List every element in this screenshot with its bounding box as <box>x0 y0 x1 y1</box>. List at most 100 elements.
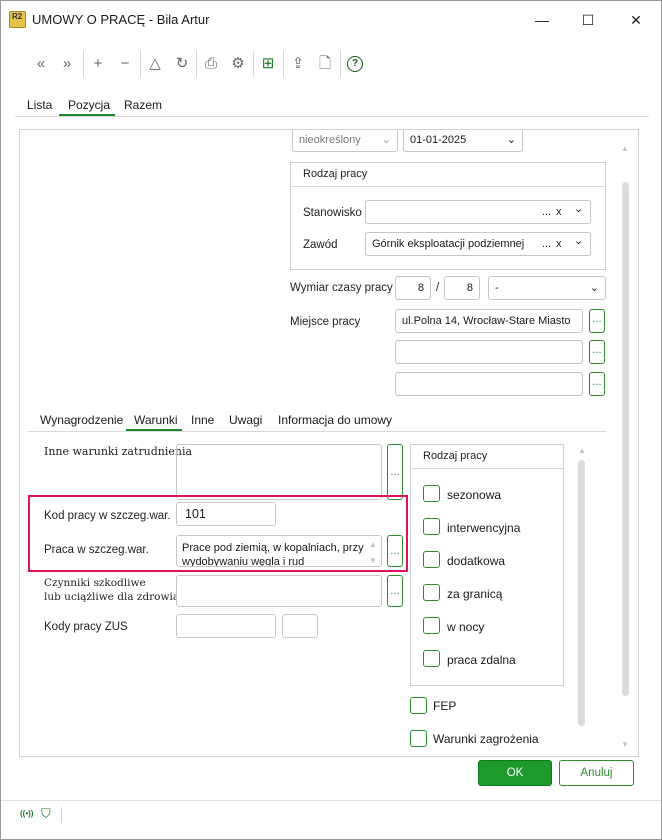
wymiar-select[interactable]: - ⌄ <box>488 276 606 300</box>
split-icon[interactable]: ⊞ <box>257 53 279 75</box>
group-title: Rodzaj pracy <box>303 168 368 180</box>
minimize-button[interactable]: — <box>527 9 557 31</box>
czynniki-input[interactable] <box>176 575 382 607</box>
zawod-label: Zawód <box>303 239 338 251</box>
work-kind-title: Rodzaj pracy <box>423 450 488 462</box>
inne-warunki-textarea[interactable] <box>176 444 382 500</box>
miejsce-line1-dots-button[interactable]: ... <box>589 309 605 333</box>
dodatkowa-checkbox[interactable] <box>423 551 440 568</box>
content-frame: nieokreślony ⌄ 01-01-2025 ⌄ Rodzaj pracy S… <box>19 129 639 757</box>
toolbar-separator <box>340 51 341 77</box>
wymiar-separator: / <box>436 282 440 294</box>
stanowisko-label: Stanowisko <box>303 207 362 219</box>
statusbar-divider <box>1 800 661 801</box>
wymiar-denominator-input[interactable]: 8 <box>444 276 480 300</box>
toolbar-separator <box>253 51 254 77</box>
date-select[interactable]: 01-01-2025 ⌄ <box>403 130 523 152</box>
outer-scroll-down-icon[interactable]: ▼ <box>620 740 630 749</box>
inne-warunki-dots-button[interactable]: ... <box>387 444 403 500</box>
subtabs-divider <box>28 431 606 432</box>
interwencyjna-label: interwencyjna <box>447 521 521 535</box>
refresh-icon[interactable]: ↻ <box>171 53 193 75</box>
work-kind-divider <box>411 468 563 469</box>
miejsce-line2-input[interactable] <box>395 340 583 364</box>
kody-zus-extra-input[interactable] <box>282 614 318 638</box>
toolbar-separator <box>283 51 284 77</box>
export-icon[interactable]: ⇪ <box>287 53 309 75</box>
add-icon[interactable]: + <box>87 53 109 75</box>
warning-icon[interactable]: △ <box>144 53 166 75</box>
tab-pozycja[interactable]: Pozycja <box>68 98 110 112</box>
czynniki-dots-button[interactable]: ... <box>387 575 403 607</box>
help-icon[interactable]: ? <box>347 56 363 72</box>
maximize-button[interactable]: ☐ <box>573 9 603 31</box>
warunki-zagrozenia-checkbox[interactable] <box>410 730 427 747</box>
toolbar-separator <box>196 51 197 77</box>
subtab-wynagrodzenie[interactable]: Wynagrodzenie <box>40 413 123 427</box>
document-icon[interactable]: 🗋 <box>314 53 336 75</box>
inner-scroll-up-icon[interactable]: ▲ <box>577 446 587 455</box>
outer-scrollbar[interactable] <box>622 182 629 696</box>
praca-szczeg-line2: wydobywaniu węgla i rud <box>182 556 305 567</box>
praca-zdalna-checkbox[interactable] <box>423 650 440 667</box>
print-icon[interactable]: ⎙ <box>200 53 222 75</box>
subtab-uwagi[interactable]: Uwagi <box>229 413 262 427</box>
inne-warunki-label: Inne warunki zatrudnienia <box>44 445 193 458</box>
praca-szczeg-label: Praca w szczeg.war. <box>44 544 149 556</box>
cancel-button[interactable]: Anuluj <box>559 760 634 786</box>
signal-icon[interactable]: ((•)) <box>20 809 33 818</box>
za-granica-checkbox[interactable] <box>423 584 440 601</box>
remove-icon[interactable]: − <box>114 53 136 75</box>
zawod-field[interactable]: Górnik eksploatacji podziemnej ... x ⌄ <box>365 232 591 256</box>
miejsce-line3-input[interactable] <box>395 372 583 396</box>
stanowisko-dots-button[interactable]: ... <box>542 201 551 223</box>
toolbar-separator <box>140 51 141 77</box>
contract-type-select[interactable]: nieokreślony ⌄ <box>292 130 398 152</box>
miejsce-label: Miejsce pracy <box>290 316 361 328</box>
zawod-dots-button[interactable]: ... <box>542 233 551 255</box>
czynniki-label: Czynniki szkodliwe lub uciążliwe dla zdr… <box>44 576 179 604</box>
w-nocy-checkbox[interactable] <box>423 617 440 634</box>
miejsce-line1-input[interactable]: ul.Polna 14, Wrocław-Stare Miasto <box>395 309 583 333</box>
subtab-inne[interactable]: Inne <box>191 413 214 427</box>
sezonowa-checkbox[interactable] <box>423 485 440 502</box>
praca-szczeg-textarea[interactable]: Prace pod ziemią, w kopalniach, przy wyd… <box>176 535 382 567</box>
zawod-clear-icon[interactable]: x <box>556 233 562 255</box>
scroll-up-icon[interactable]: ▲ <box>368 538 378 552</box>
work-kind-group: Rodzaj pracy sezonowa interwencyjna doda… <box>410 444 564 686</box>
praca-szczeg-line1: Prace pod ziemią, w kopalniach, przy <box>182 542 364 554</box>
wymiar-numerator-input[interactable]: 8 <box>395 276 431 300</box>
subtab-informacja[interactable]: Informacja do umowy <box>278 413 392 427</box>
settings-icon[interactable]: ⚙ <box>227 53 249 75</box>
toolbar-separator <box>83 51 84 77</box>
praca-szczeg-dots-button[interactable]: ... <box>387 535 403 567</box>
tabs-divider <box>15 116 649 117</box>
kod-pracy-input[interactable]: 101 <box>176 502 276 526</box>
subtab-warunki[interactable]: Warunki <box>134 413 178 427</box>
chevron-down-icon[interactable]: ⌄ <box>574 201 583 220</box>
tab-lista[interactable]: Lista <box>27 98 52 112</box>
miejsce-line3-dots-button[interactable]: ... <box>589 372 605 396</box>
outer-scroll-up-icon[interactable]: ▲ <box>620 144 630 153</box>
inner-scrollbar[interactable] <box>578 460 585 726</box>
fep-checkbox[interactable] <box>410 697 427 714</box>
stanowisko-clear-icon[interactable]: x <box>556 201 562 223</box>
statusbar-separator <box>61 807 62 823</box>
chevron-down-icon[interactable]: ⌄ <box>574 233 583 252</box>
miejsce-line2-dots-button[interactable]: ... <box>589 340 605 364</box>
filter-icon[interactable]: ⛉ <box>41 806 51 822</box>
za-granica-label: za granicą <box>447 587 503 601</box>
interwencyjna-checkbox[interactable] <box>423 518 440 535</box>
first-record-icon[interactable]: « <box>30 53 52 75</box>
close-button[interactable]: ✕ <box>621 9 651 31</box>
fep-label: FEP <box>433 699 457 713</box>
scroll-down-icon[interactable]: ▼ <box>368 554 378 566</box>
stanowisko-field[interactable]: ... x ⌄ <box>365 200 591 224</box>
tab-razem[interactable]: Razem <box>124 98 162 112</box>
kody-zus-input[interactable] <box>176 614 276 638</box>
czynniki-label-line2: lub uciążliwe dla zdrowia <box>44 591 180 603</box>
last-record-icon[interactable]: » <box>56 53 78 75</box>
ok-button[interactable]: OK <box>478 760 552 786</box>
dodatkowa-label: dodatkowa <box>447 554 506 568</box>
group-divider <box>291 186 605 187</box>
